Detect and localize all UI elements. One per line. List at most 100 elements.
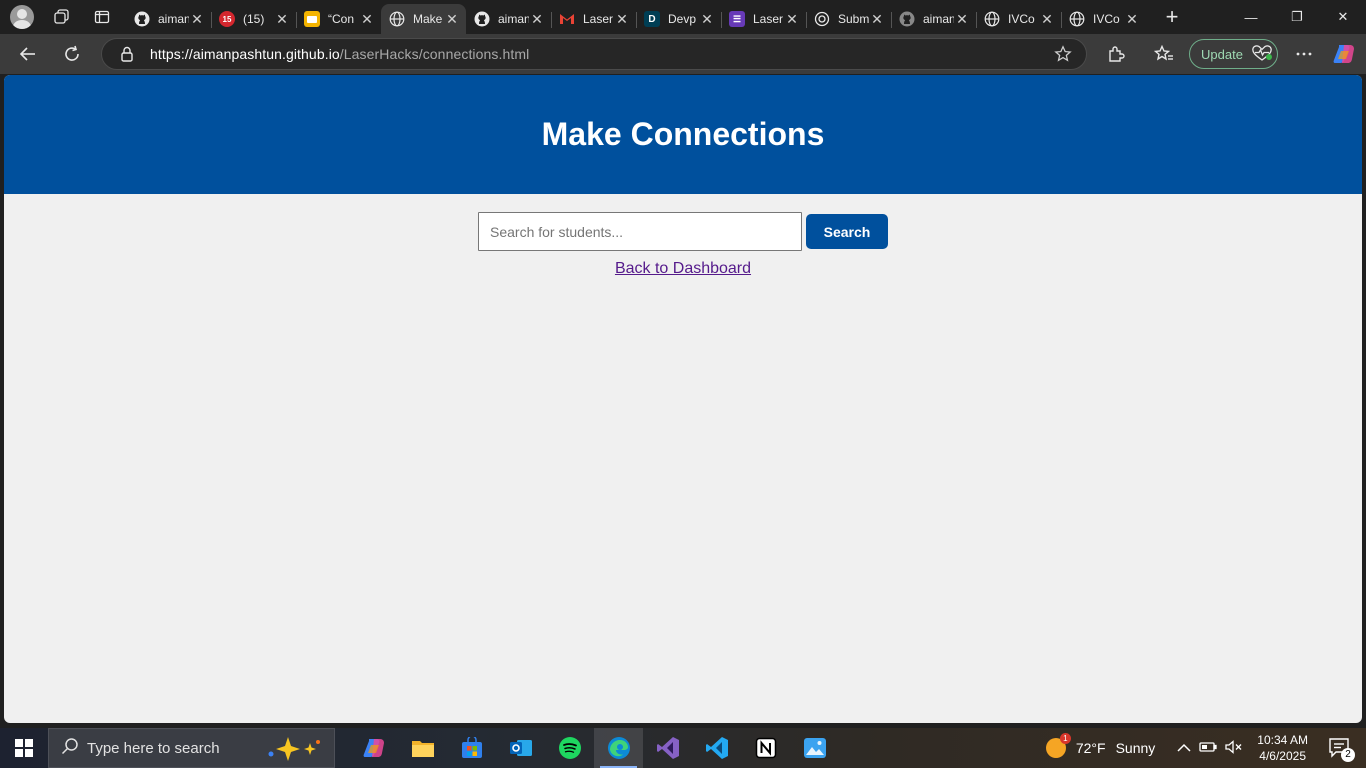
tab-notifications[interactable]: 15 (15) ✕ [211,4,296,34]
tab-title: Laser [583,12,614,26]
tab-devpost[interactable]: D Devp ✕ [636,4,721,34]
lock-icon[interactable] [119,46,135,62]
spotify-icon[interactable] [545,728,594,768]
taskbar: Type here to search 1 72°F Sunny 10:34 A… [0,728,1366,768]
taskbar-search-box[interactable]: Type here to search [48,728,335,768]
minimize-icon[interactable]: — [1228,0,1274,34]
tab-openai[interactable]: Subm ✕ [806,4,891,34]
notification-center-icon[interactable]: 2 [1328,736,1355,762]
vscode-icon[interactable] [692,728,741,768]
tab-close-icon[interactable]: ✕ [869,11,885,28]
file-explorer-icon[interactable] [398,728,447,768]
refresh-icon[interactable] [56,38,88,70]
clock-date: 4/6/2025 [1259,749,1306,763]
copilot-app-icon[interactable] [349,728,398,768]
address-bar[interactable]: https://aimanpashtun.github.io/LaserHack… [101,38,1087,70]
search-button[interactable]: Search [806,214,888,249]
tab-title: IVCo [1008,12,1035,26]
taskbar-pinned-apps [349,728,839,768]
notification-15-icon: 15 [219,11,235,27]
tab-title: aiman [923,12,954,26]
weather-widget[interactable]: 1 72°F Sunny [1045,733,1156,758]
edge-icon[interactable] [594,728,643,768]
tab-title: Devp [668,12,697,26]
gmail-icon [559,11,575,27]
tab-close-icon[interactable]: ✕ [1124,11,1140,28]
favorite-star-icon[interactable] [1054,45,1072,68]
clock-time: 10:34 AM [1257,733,1308,747]
weather-condition: Sunny [1115,740,1156,756]
tab-gmail[interactable]: Laser ✕ [551,4,636,34]
search-icon [61,737,79,759]
tab-actions-icon[interactable] [90,5,114,29]
navigation-bar: https://aimanpashtun.github.io/LaserHack… [0,34,1366,74]
tab-github-1[interactable]: aiman ✕ [126,4,211,34]
tab-close-icon[interactable]: ✕ [274,11,290,28]
new-tab-icon[interactable]: + [1160,4,1184,30]
more-options-icon[interactable] [1288,38,1320,70]
tab-close-icon[interactable]: ✕ [699,11,715,28]
url-host: https://aimanpashtun.github.io [150,46,340,62]
update-label: Update [1201,46,1243,62]
tab-forms[interactable]: ☰ Laser ✕ [721,4,806,34]
taskbar-search-text: Type here to search [87,739,220,757]
page-viewport: Make Connections Search Back to Dashboar… [4,75,1362,723]
tab-ivco-1[interactable]: IVCo ✕ [976,4,1061,34]
url-path: /LaserHacks/connections.html [339,46,530,62]
update-button[interactable]: Update [1189,39,1278,69]
tab-github-3[interactable]: aiman ✕ [891,4,976,34]
microsoft-store-icon[interactable] [447,728,496,768]
globe-icon [984,11,1000,27]
page-title: Make Connections [541,116,825,152]
tab-close-icon[interactable]: ✕ [784,11,800,28]
clock[interactable]: 10:34 AM 4/6/2025 [1257,732,1308,764]
workspaces-icon[interactable] [50,5,74,29]
favorites-icon[interactable] [1148,38,1180,70]
back-to-dashboard-link[interactable]: Back to Dashboard [615,260,751,277]
sun-weather-icon: 1 [1045,733,1071,758]
tab-close-icon[interactable]: ✕ [359,11,375,28]
tab-title: aiman [158,12,189,26]
battery-icon[interactable] [1199,740,1217,756]
tab-title: Laser [753,12,784,26]
back-icon[interactable] [12,38,44,70]
slides-icon [304,11,320,27]
window-controls: — ❐ ✕ [1228,0,1366,34]
tab-title: “Con [328,12,355,26]
tab-slides[interactable]: “Con ✕ [296,4,381,34]
tab-title: Make [413,12,443,26]
restore-icon[interactable]: ❐ [1274,0,1320,34]
github-icon [134,11,150,27]
photos-icon[interactable] [790,728,839,768]
tab-github-2[interactable]: aiman ✕ [466,4,551,34]
notification-count-badge: 2 [1341,748,1355,762]
tab-close-icon[interactable]: ✕ [614,11,630,28]
copilot-icon[interactable] [1328,38,1360,70]
github-icon [474,11,490,27]
github-icon [899,11,915,27]
system-tray: 1 72°F Sunny 10:34 AM 4/6/2025 2 [1045,728,1366,768]
tab-close-icon[interactable]: ✕ [444,11,460,28]
tab-close-icon[interactable]: ✕ [189,11,205,28]
student-search-input[interactable] [478,212,802,251]
show-hidden-icons-chevron-icon[interactable] [1177,740,1191,756]
volume-muted-icon[interactable] [1225,739,1243,757]
tab-make-connections[interactable]: Make ✕ [381,4,466,34]
search-highlight-icon [266,737,324,765]
windows-start-icon[interactable] [0,728,48,768]
tab-close-icon[interactable]: ✕ [529,11,545,28]
tab-close-icon[interactable]: ✕ [954,11,970,28]
notion-icon[interactable] [741,728,790,768]
tab-strip: aiman ✕ 15 (15) ✕ “Con ✕ Make ✕ aiman ✕ … [0,0,1366,34]
visual-studio-icon[interactable] [643,728,692,768]
temperature: 72°F [1075,740,1106,756]
tab-title: IVCo [1093,12,1120,26]
tab-ivco-2[interactable]: IVCo ✕ [1061,4,1146,34]
url-text: https://aimanpashtun.github.io/LaserHack… [150,46,529,62]
tab-title: Subm [838,12,869,26]
close-window-icon[interactable]: ✕ [1320,0,1366,34]
profile-avatar[interactable] [10,5,34,29]
tab-close-icon[interactable]: ✕ [1039,11,1055,28]
outlook-icon[interactable] [496,728,545,768]
extensions-icon[interactable] [1100,38,1132,70]
